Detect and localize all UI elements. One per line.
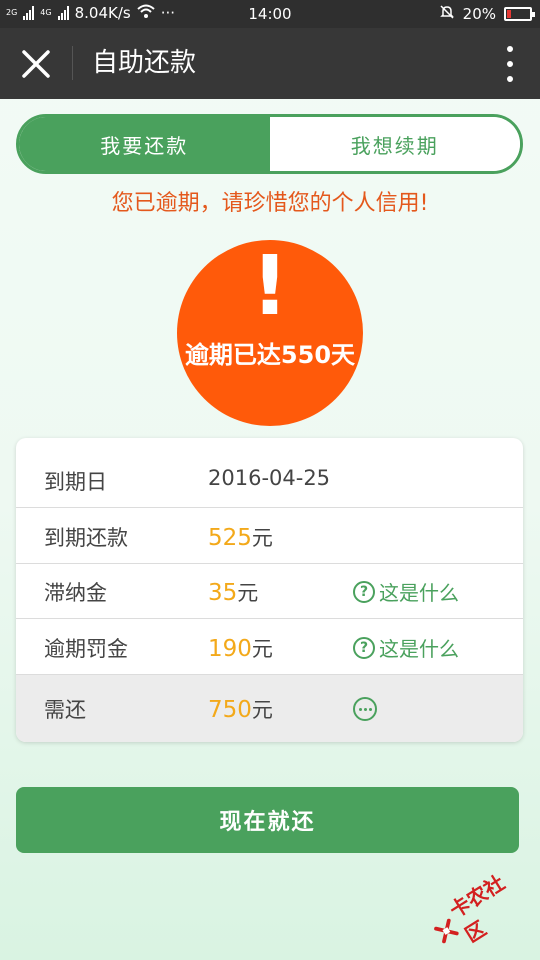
unit-yuan: 元 [237,581,259,605]
row-late-fee: 滞纳金 35元 ? 这是什么 [16,563,523,619]
late-fee-value: 35元 [208,577,258,607]
status-right: 20% [439,4,535,24]
ellipsis-circle-icon[interactable] [353,697,377,721]
battery-percent: 20% [462,5,496,23]
more-vertical-icon[interactable] [502,46,518,82]
question-circle-icon: ? [353,580,375,603]
pay-now-button[interactable]: 现在就还 [16,787,519,853]
app-header: 自助还款 [0,28,540,99]
row-due-date: 到期日 2016-04-25 [16,452,523,508]
tab-renew[interactable]: 我想续期 [269,117,520,171]
penalty-label: 逾期罚金 [44,637,128,661]
unit-yuan: 元 [251,698,273,722]
battery-icon [504,7,535,21]
overdue-alert-badge: ! 逾期已达550天 [177,240,363,426]
row-penalty: 逾期罚金 190元 ? 这是什么 [16,619,523,675]
bell-muted-icon [439,4,455,24]
close-icon[interactable] [14,43,58,85]
late-fee-number: 35 [208,580,238,606]
unit-yuan: 元 [251,526,273,550]
exclamation-icon: ! [251,240,289,334]
watermark: 卡农社区 [422,858,539,960]
unit-yuan: 元 [251,637,273,661]
total-label: 需还 [44,698,86,722]
question-circle-icon: ? [353,636,375,659]
help-text: 这是什么 [379,637,459,661]
due-date-value: 2016-04-25 [208,466,331,490]
overdue-days-text: 逾期已达550天 [184,341,356,369]
help-text: 这是什么 [379,581,459,605]
total-number: 750 [208,697,252,723]
tab-bar: 我要还款 我想续期 [16,114,523,174]
total-value: 750元 [208,694,273,724]
due-date-label: 到期日 [44,470,107,494]
repayment-detail-card: 到期日 2016-04-25 到期还款 525元 滞纳金 35元 ? 这是什么 逾… [16,438,523,742]
penalty-number: 190 [208,636,252,662]
due-amount-label: 到期还款 [44,526,128,550]
penalty-value: 190元 [208,633,273,663]
penalty-help-link[interactable]: ? 这是什么 [353,633,459,662]
overdue-warning: 您已逾期，请珍惜您的个人信用! [111,191,429,216]
status-bar: 2G 4G 8.04K/s ··· 14:00 20% [0,0,540,28]
header-divider [72,46,73,80]
page-title: 自助还款 [92,48,197,78]
late-fee-help-link[interactable]: ? 这是什么 [353,577,459,606]
row-due-amount: 到期还款 525元 [16,508,523,564]
due-amount-value: 525元 [208,522,273,552]
due-amount-number: 525 [208,525,252,551]
late-fee-label: 滞纳金 [44,581,107,605]
row-total: 需还 750元 [16,675,523,742]
tab-repay[interactable]: 我要还款 [19,117,270,171]
